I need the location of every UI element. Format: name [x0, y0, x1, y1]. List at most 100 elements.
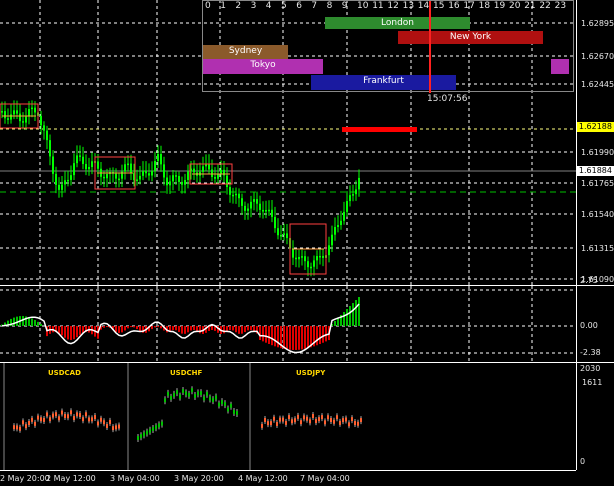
histogram-bar: [37, 321, 39, 326]
mini-charts-panel[interactable]: USDCAD USDCHF USDJPY: [0, 363, 576, 470]
candle-body: [142, 171, 144, 176]
candle-body: [250, 201, 252, 209]
mini-candle-body: [212, 398, 214, 403]
mini-title-usdchf: USDCHF: [170, 369, 203, 377]
histogram-bar: [286, 326, 288, 350]
price-axis: 1.62895 1.62670 1.62445 1.61990 1.61765 1.615…: [576, 0, 614, 486]
time-label: 2 May 12:00: [46, 474, 96, 483]
histogram-bar: [232, 326, 234, 331]
price-tick-label: 1.62445: [581, 80, 614, 89]
candle-body: [226, 175, 228, 188]
mini-charts-canvas[interactable]: [0, 363, 576, 470]
histogram-bar: [178, 326, 180, 332]
mini-candle-body: [200, 391, 202, 396]
histogram-bar: [181, 326, 183, 334]
candle-body: [61, 184, 63, 190]
mini-candle-body: [327, 415, 329, 420]
mini-candle-body: [318, 417, 320, 422]
candle-body: [7, 118, 9, 120]
price-tick-label: 1.62895: [581, 19, 614, 28]
mini-candle-body: [270, 421, 272, 426]
histogram-bar: [103, 326, 105, 328]
candle-body: [280, 234, 282, 237]
candle-body: [328, 245, 330, 256]
candle-body: [25, 116, 27, 123]
mini-candle-body: [22, 420, 24, 425]
mini-candle-body: [79, 413, 81, 418]
mini-candle-body: [55, 412, 57, 417]
candle-body: [22, 121, 24, 123]
mini-candle-body: [173, 392, 175, 397]
histogram-bar: [79, 326, 81, 335]
mini-candle-body: [191, 388, 193, 393]
session-bar-tokyo-tail: [551, 59, 569, 74]
oscillator-panel[interactable]: [0, 286, 576, 362]
candle-body: [223, 169, 225, 176]
candle-body: [73, 163, 75, 176]
candle-body: [271, 209, 273, 217]
candle-body: [103, 176, 105, 179]
candle-body: [241, 198, 243, 206]
candle-body: [283, 233, 285, 235]
mini-candle-body: [348, 422, 350, 427]
candle-body: [175, 175, 177, 177]
candle-body: [178, 176, 180, 182]
mini-candle-body: [209, 396, 211, 401]
mini-candle-body: [330, 417, 332, 422]
candle-body: [163, 164, 165, 178]
candle-body: [187, 171, 189, 181]
mini-candle-body: [146, 430, 148, 435]
candle-body: [202, 166, 204, 172]
candle-body: [49, 140, 51, 157]
candle-body: [265, 209, 267, 212]
histogram-bar: [355, 300, 357, 326]
candle-body: [43, 125, 45, 131]
mini-candle-body: [40, 417, 42, 422]
histogram-bar: [298, 326, 300, 350]
mini-candle-body: [336, 415, 338, 420]
mini-candle-body: [315, 419, 317, 424]
price-tick-label: 1.61540: [581, 210, 614, 219]
mini-candle-body: [103, 420, 105, 425]
candle-body: [124, 164, 126, 172]
candle-body: [130, 163, 132, 174]
candle-body: [322, 255, 324, 258]
time-label: 4 May 12:00: [238, 474, 288, 483]
histogram-bar: [160, 326, 162, 329]
histogram-bar: [13, 317, 15, 326]
candle-body: [97, 161, 99, 169]
histogram-bar: [274, 326, 276, 347]
mini-candle-body: [333, 419, 335, 424]
histogram-bar: [292, 326, 294, 350]
mini-candle-body: [233, 410, 235, 415]
mini-candle-body: [140, 434, 142, 439]
mini-candle-body: [297, 414, 299, 419]
mini-candle-body: [94, 415, 96, 420]
candle-body: [169, 181, 171, 186]
candle-body: [52, 156, 54, 174]
histogram-bar: [175, 326, 177, 331]
mini-candle-body: [167, 391, 169, 396]
candle-body: [46, 130, 48, 141]
current-time-line: [429, 1, 431, 93]
histogram-bar: [151, 326, 153, 330]
candle-body: [139, 175, 141, 180]
histogram-bar: [139, 326, 141, 332]
mini-candle-body: [224, 402, 226, 407]
histogram-bar: [304, 326, 306, 349]
histogram-bar: [31, 318, 33, 326]
mini-candle-body: [67, 414, 69, 419]
histogram-bar: [106, 326, 108, 328]
mini-candle-body: [321, 415, 323, 420]
mini-candle-body: [152, 427, 154, 431]
candle-body: [16, 110, 18, 114]
mini-tick: 2030: [580, 364, 601, 373]
oscillator-canvas[interactable]: [0, 286, 576, 362]
candle-body: [214, 177, 216, 179]
mini-tick: 0: [580, 457, 586, 466]
histogram-bar: [319, 326, 321, 345]
main-chart-panel[interactable]: 0 1 2 3 4 5 6 7 8 9 10 11 12 13 14 15 16 17 18 19 20 21 22 23 L…: [0, 0, 576, 285]
mini-candle-body: [179, 394, 181, 399]
alert-marker: [342, 127, 417, 132]
mini-tick: 1611: [582, 378, 603, 387]
